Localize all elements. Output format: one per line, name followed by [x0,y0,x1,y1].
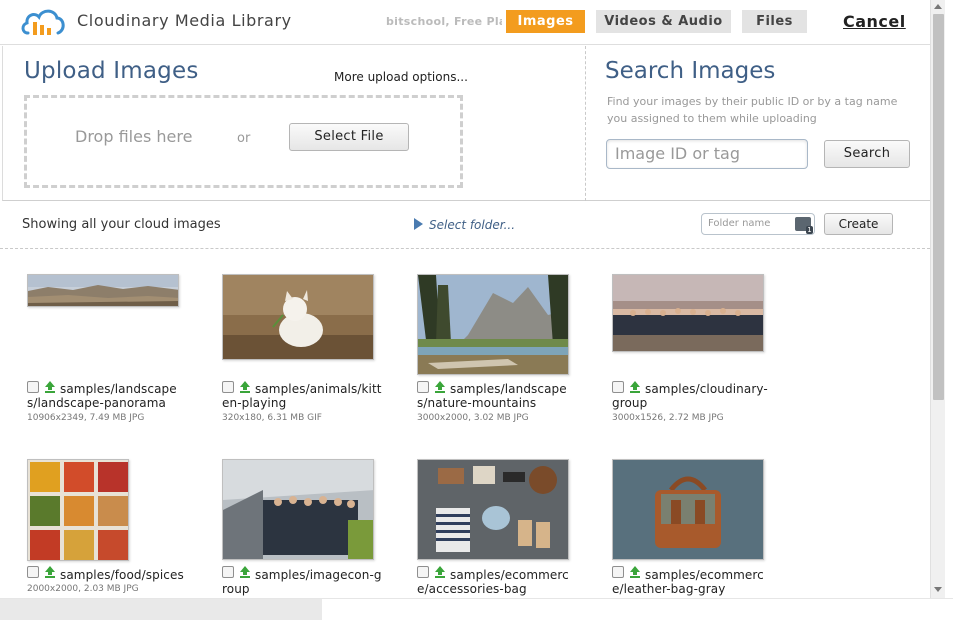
search-button[interactable]: Search [824,140,910,168]
cancel-link[interactable]: Cancel [843,12,906,31]
spices-image [28,460,128,560]
image-card: samples/landscapes/nature-mountains 3000… [417,250,587,430]
image-meta: 3000x1526, 2.72 MB JPG [612,413,724,423]
drop-zone[interactable]: Drop files here or Select File [24,95,463,188]
account-name: bitschool, Free Plan [386,15,502,28]
drop-files-text: Drop files here [75,127,193,146]
thumbnail-accessories-bag[interactable] [417,459,569,560]
scroll-up-icon[interactable] [934,4,942,9]
image-name[interactable]: samples/food/spices [27,568,187,582]
upload-title: Upload Images [24,58,199,84]
mountains-image [418,275,568,374]
header-bar: Cloudinary Media Library bitschool, Free… [0,0,930,45]
thumbnail-landscape-panorama[interactable] [27,274,179,307]
select-file-button[interactable]: Select File [289,123,409,151]
panorama-image [28,275,178,306]
vertical-scrollbar[interactable] [930,0,945,598]
select-folder-label: Select folder... [429,218,516,232]
search-title: Search Images [605,58,776,84]
panel-divider [585,46,586,201]
image-name[interactable]: samples/landscapes/landscape-panorama [27,382,187,410]
image-meta: 10906x2349, 7.49 MB JPG [27,413,145,423]
or-text: or [237,131,251,146]
thumbnail-leather-bag-gray[interactable] [612,459,764,560]
imagecon-group-image [223,460,373,559]
image-name[interactable]: samples/cloudinary-group [612,382,772,410]
image-name[interactable]: samples/animals/kitten-playing [222,382,382,410]
showing-label: Showing all your cloud images [22,217,221,232]
folder-icon[interactable] [795,217,813,234]
tab-files[interactable]: Files [742,10,807,33]
scroll-down-icon[interactable] [934,587,942,592]
folder-name-placeholder: Folder name [708,218,771,229]
tab-videos-audio[interactable]: Videos & Audio [596,10,731,33]
image-meta: 3000x2000, 3.02 MB JPG [417,413,529,423]
cloudinary-logo-icon [21,9,65,35]
image-card: samples/food/spices 2000x2000, 2.03 MB J… [27,435,197,598]
leather-bag-image [613,460,763,559]
search-input[interactable]: Image ID or tag [606,139,808,169]
accessories-image [418,460,568,559]
folder-bar: Showing all your cloud images Select fol… [0,202,930,249]
image-grid: samples/landscapes/landscape-panorama 10… [0,250,930,598]
folder-name-input[interactable]: Folder name [701,213,815,235]
thumbnail-cloudinary-group[interactable] [612,274,764,352]
image-card: samples/imagecon-group [222,435,392,598]
image-card: samples/cloudinary-group 3000x1526, 2.72… [612,250,782,430]
more-upload-options-link[interactable]: More upload options... [334,70,468,84]
image-name[interactable]: samples/ecommerce/leather-bag-gray [612,568,772,596]
thumbnail-kitten-playing[interactable] [222,274,374,360]
play-icon [414,218,423,230]
thumbnail-food-spices[interactable] [27,459,129,561]
image-card: samples/landscapes/landscape-panorama 10… [27,250,197,430]
bottom-strip [0,598,953,620]
thumbnail-imagecon-group[interactable] [222,459,374,560]
image-meta: 320x180, 6.31 MB GIF [222,413,322,423]
create-folder-button[interactable]: Create [824,213,893,235]
bottom-gray-area [0,599,322,620]
thumbnail-nature-mountains[interactable] [417,274,569,375]
select-folder-link[interactable]: Select folder... [414,218,515,232]
scroll-thumb[interactable] [933,14,944,400]
search-help-text: Find your images by their public ID or b… [607,95,898,125]
image-card: samples/animals/kitten-playing 320x180, … [222,250,392,430]
media-library-window: Cloudinary Media Library bitschool, Free… [0,0,953,620]
upload-search-panel: Upload Images More upload options... Dro… [2,46,930,201]
kitten-image [223,275,373,359]
image-card: samples/ecommerce/leather-bag-gray [612,435,782,598]
image-card: samples/ecommerce/accessories-bag [417,435,587,598]
group-photo-image [613,275,763,351]
app-title: Cloudinary Media Library [77,11,292,30]
image-name[interactable]: samples/imagecon-group [222,568,382,596]
image-name[interactable]: samples/ecommerce/accessories-bag [417,568,577,596]
tab-images[interactable]: Images [506,10,585,33]
image-name[interactable]: samples/landscapes/nature-mountains [417,382,577,410]
image-meta: 2000x2000, 2.03 MB JPG [27,584,139,594]
